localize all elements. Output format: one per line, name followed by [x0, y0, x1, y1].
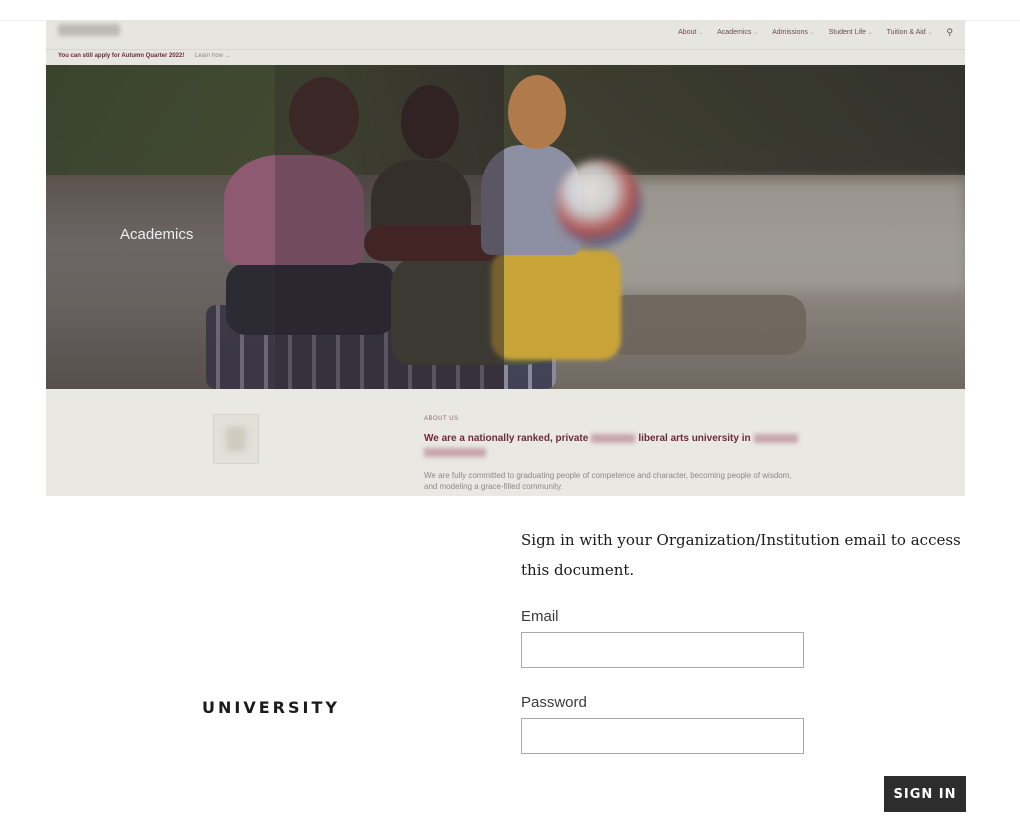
email-field[interactable]	[521, 632, 804, 668]
email-label: Email	[521, 608, 559, 625]
nav-item-admissions: Admissions	[772, 29, 815, 36]
nav-item-about: About	[678, 29, 703, 36]
password-field[interactable]	[521, 718, 804, 754]
announcement-bar: You can still apply for Autumn Quarter 2…	[46, 50, 965, 66]
signin-prompt: Sign in with your Organization/Instituti…	[521, 531, 961, 579]
hero-photo: Academics	[46, 65, 965, 389]
sign-in-button[interactable]: SIGN IN	[884, 776, 966, 812]
about-body-text: We are fully committed to graduating peo…	[424, 471, 792, 491]
beach-ball	[556, 160, 642, 246]
site-logo	[58, 24, 120, 36]
announcement-text: You can still apply for Autumn Quarter 2…	[58, 53, 185, 59]
university-logo: UNIVERSITY	[202, 698, 340, 717]
about-kicker: ABOUT US	[424, 416, 459, 422]
nav-item-tuition-aid: Tuition & Aid	[887, 29, 933, 36]
site-nav-bar: About Academics Admissions Student Life …	[46, 20, 965, 50]
announcement-link: Learn how →	[195, 53, 231, 59]
nav-item-student-life: Student Life	[829, 29, 873, 36]
top-bar	[0, 0, 1020, 21]
password-label: Password	[521, 694, 587, 711]
about-thumbnail	[213, 414, 259, 464]
hero-label: Academics	[120, 226, 194, 243]
nav-item-academics: Academics	[717, 29, 758, 36]
site-nav-items: About Academics Admissions Student Life …	[678, 27, 953, 38]
search-icon: ⚲	[946, 27, 953, 37]
about-section: ABOUT US We are a nationally ranked, pri…	[46, 389, 965, 496]
website-preview-image: About Academics Admissions Student Life …	[46, 20, 965, 496]
driftwood-log	[606, 295, 806, 355]
about-title: We are a nationally ranked, private liber…	[424, 433, 801, 444]
